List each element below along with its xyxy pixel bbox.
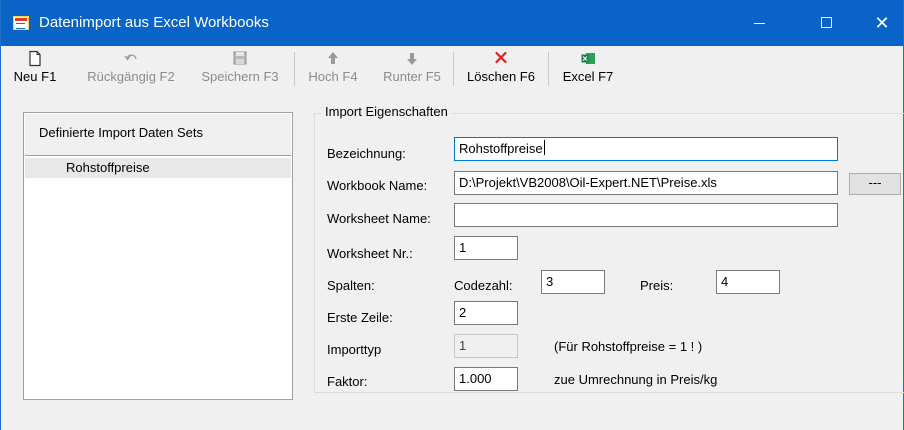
minimize-icon <box>754 23 765 24</box>
worksheet-name-input[interactable] <box>454 203 838 227</box>
preis-input[interactable]: 4 <box>716 270 780 294</box>
faktor-input[interactable]: 1.000 <box>454 367 518 391</box>
workbook-name-label: Workbook Name: <box>327 178 428 193</box>
new-button[interactable]: Neu F1 <box>1 50 69 88</box>
import-properties-title: Import Eigenschaften <box>322 104 451 120</box>
title-bar[interactable]: Datenimport aus Excel Workbooks ✕ <box>1 0 903 46</box>
new-document-icon <box>29 50 41 67</box>
bezeichnung-input[interactable]: Rohstoffpreise <box>454 137 838 161</box>
excel-button-label: Excel F7 <box>562 69 614 84</box>
move-down-button-label: Runter F5 <box>383 69 441 84</box>
undo-button-label: Rückgängig F2 <box>87 69 175 84</box>
minimize-button[interactable] <box>737 0 783 46</box>
worksheet-nr-input[interactable]: 1 <box>454 236 518 260</box>
dataset-list-header: Definierte Import Daten Sets <box>25 114 291 156</box>
bezeichnung-label: Bezeichnung: <box>327 146 406 161</box>
move-up-button[interactable]: Hoch F4 <box>301 50 365 88</box>
delete-button[interactable]: Löschen F6 <box>457 50 545 88</box>
list-item[interactable]: Rohstoffpreise <box>25 158 291 178</box>
workbook-name-input[interactable]: D:\Projekt\VB2008\Oil-Expert.NET\Preise.… <box>454 171 838 195</box>
toolbar-separator <box>548 52 549 86</box>
preis-label: Preis: <box>640 278 674 293</box>
arrow-up-icon <box>328 52 338 64</box>
excel-button[interactable]: Excel F7 <box>553 50 623 88</box>
worksheet-name-label: Worksheet Name: <box>327 211 431 226</box>
importtyp-hint: (Für Rohstoffpreise = 1 ! ) <box>554 339 703 354</box>
importtyp-input: 1 <box>454 334 518 358</box>
browse-button[interactable]: --- <box>849 173 901 195</box>
window-title: Datenimport aus Excel Workbooks <box>39 14 269 31</box>
main-window: Datenimport aus Excel Workbooks ✕ Neu F1… <box>0 0 904 430</box>
toolbar: Neu F1 Rückgängig F2 Speichern F3 Hoch F… <box>1 46 903 90</box>
codezahl-label: Codezahl: <box>454 278 513 293</box>
toolbar-separator <box>453 52 454 86</box>
erste-zeile-label: Erste Zeile: <box>327 310 393 325</box>
maximize-button[interactable] <box>804 0 850 46</box>
delete-x-icon <box>495 51 507 64</box>
move-up-button-label: Hoch F4 <box>308 69 358 84</box>
close-button[interactable]: ✕ <box>859 0 904 46</box>
excel-icon <box>581 53 595 64</box>
save-button-label: Speichern F3 <box>201 69 279 84</box>
faktor-label: Faktor: <box>327 374 368 389</box>
save-button[interactable]: Speichern F3 <box>193 50 287 88</box>
importtyp-label: Importtyp <box>327 342 382 357</box>
undo-icon <box>124 54 137 61</box>
codezahl-input[interactable]: 3 <box>541 270 605 294</box>
faktor-hint: zue Umrechnung in Preis/kg <box>554 372 718 387</box>
bezeichnung-value: Rohstoffpreise <box>459 141 543 156</box>
arrow-down-icon <box>407 53 417 65</box>
move-down-button[interactable]: Runter F5 <box>373 50 451 88</box>
close-icon: ✕ <box>874 13 890 33</box>
dataset-list[interactable]: Definierte Import Daten Sets Rohstoffpre… <box>23 112 293 400</box>
toolbar-separator <box>294 52 295 86</box>
new-button-label: Neu F1 <box>13 69 57 84</box>
maximize-icon <box>821 17 832 28</box>
app-icon <box>13 16 29 30</box>
save-disk-icon <box>233 51 247 65</box>
undo-button[interactable]: Rückgängig F2 <box>79 50 183 88</box>
spalten-label: Spalten: <box>327 278 375 293</box>
delete-button-label: Löschen F6 <box>467 69 535 84</box>
text-caret <box>543 140 545 155</box>
worksheet-nr-label: Worksheet Nr.: <box>327 246 413 261</box>
erste-zeile-input[interactable]: 2 <box>454 301 518 325</box>
